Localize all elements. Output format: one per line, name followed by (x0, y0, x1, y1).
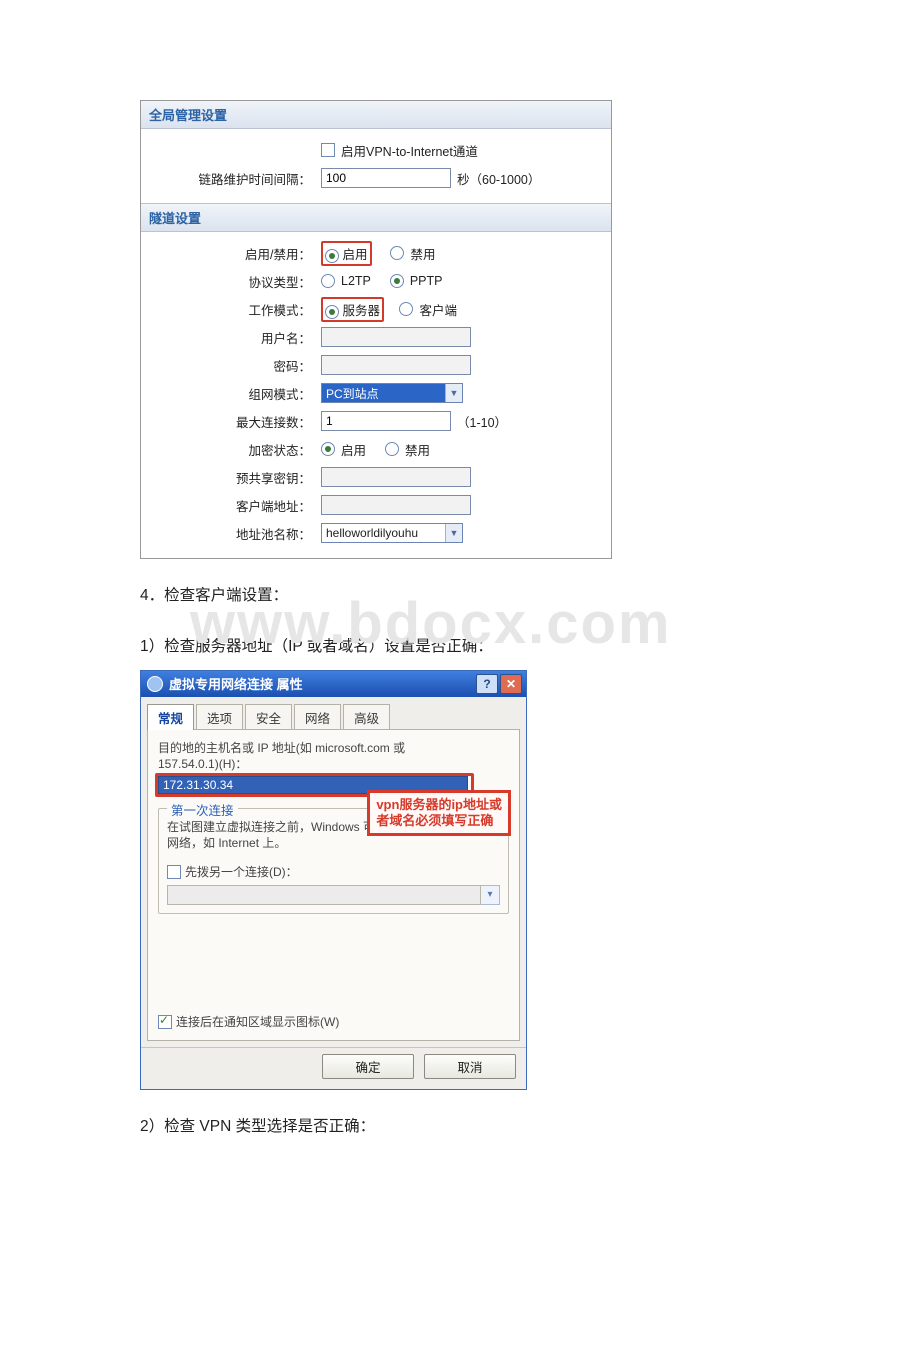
enable-radio-off[interactable] (390, 246, 404, 260)
mode-radio-server-label: 服务器 (342, 304, 380, 318)
tab-advanced[interactable]: 高级 (343, 704, 390, 730)
password-label: 密码： (151, 356, 321, 375)
dial-first-select[interactable]: ▾ (167, 885, 500, 905)
pool-select[interactable]: helloworldilyouhu ▼ (321, 523, 463, 543)
enc-radio-off[interactable] (385, 442, 399, 456)
dial-first-label: 先拨另一个连接(D)： (185, 864, 298, 880)
enc-radio-on[interactable] (321, 442, 335, 456)
section-global-header: 全局管理设置 (141, 101, 611, 129)
step-4-1-text: 1）检查服务器地址（IP 或者域名）设置是否正确： (140, 632, 780, 661)
enc-radio-on-label: 启用 (341, 440, 366, 459)
mode-radio-server[interactable] (325, 305, 339, 319)
router-settings-panel: 全局管理设置 启用VPN-to-Internet通道 链路维护时间间隔： 秒（6… (140, 100, 612, 559)
enable-radio-on[interactable] (325, 249, 339, 263)
annotation-callout: vpn服务器的ip地址或 者域名必须填写正确 (367, 790, 511, 837)
step-4-heading: 4．检查客户端设置： (140, 581, 780, 610)
tab-network[interactable]: 网络 (294, 704, 341, 730)
enable-radio-off-label: 禁用 (410, 244, 435, 263)
vpn-properties-dialog: 虚拟专用网络连接 属性 ? ✕ 常规 选项 安全 网络 高级 目的地的主机名或 … (140, 670, 527, 1090)
vpn-to-internet-checkbox[interactable] (321, 143, 335, 157)
username-input[interactable] (321, 327, 471, 347)
netmode-select[interactable]: PC到站点 ▼ (321, 383, 463, 403)
tab-security[interactable]: 安全 (245, 704, 292, 730)
vpn-to-internet-label: 启用VPN-to-Internet通道 (341, 141, 478, 160)
netmode-select-value: PC到站点 (322, 384, 445, 402)
chevron-down-icon: ▼ (445, 384, 462, 402)
mode-radio-client-label: 客户端 (419, 300, 457, 319)
vpn-icon (147, 676, 163, 692)
step-4-2-text: 2）检查 VPN 类型选择是否正确： (140, 1112, 780, 1141)
mode-radio-client[interactable] (399, 302, 413, 316)
maxconn-label: 最大连接数： (151, 412, 321, 431)
proto-label: 协议类型： (151, 272, 321, 291)
cancel-button[interactable]: 取消 (424, 1054, 516, 1079)
chevron-down-icon: ▾ (481, 885, 500, 905)
proto-radio-pptp[interactable] (390, 274, 404, 288)
tab-options[interactable]: 选项 (196, 704, 243, 730)
first-connection-legend: 第一次连接 (167, 800, 238, 819)
clientaddr-label: 客户端地址： (151, 496, 321, 515)
proto-radio-l2tp-label: L2TP (341, 274, 371, 288)
netmode-label: 组网模式： (151, 384, 321, 403)
ok-button[interactable]: 确定 (322, 1054, 414, 1079)
pool-label: 地址池名称： (151, 524, 321, 543)
password-input[interactable] (321, 355, 471, 375)
tab-general[interactable]: 常规 (147, 704, 194, 730)
close-button[interactable]: ✕ (500, 674, 522, 694)
clientaddr-input[interactable] (321, 495, 471, 515)
link-interval-unit: 秒（60-1000） (457, 169, 540, 188)
dialog-title: 虚拟专用网络连接 属性 (169, 674, 303, 693)
host-desc: 目的地的主机名或 IP 地址(如 microsoft.com 或 157.54.… (158, 740, 509, 772)
tab-panel-general: 目的地的主机名或 IP 地址(如 microsoft.com 或 157.54.… (147, 729, 520, 1041)
proto-radio-pptp-label: PPTP (410, 274, 443, 288)
show-icon-label: 连接后在通知区域显示图标(W) (176, 1014, 339, 1030)
enc-label: 加密状态： (151, 440, 321, 459)
username-label: 用户名： (151, 328, 321, 347)
mode-label: 工作模式： (151, 300, 321, 319)
dial-first-checkbox[interactable] (167, 865, 181, 879)
help-button[interactable]: ? (476, 674, 498, 694)
chevron-down-icon: ▼ (445, 524, 462, 542)
enable-label: 启用/禁用： (151, 244, 321, 263)
psk-input[interactable] (321, 467, 471, 487)
show-icon-checkbox[interactable] (158, 1015, 172, 1029)
section-tunnel-header: 隧道设置 (141, 203, 611, 232)
link-interval-label: 链路维护时间间隔： (151, 169, 321, 188)
dialog-tabs: 常规 选项 安全 网络 高级 (141, 697, 526, 729)
dialog-titlebar: 虚拟专用网络连接 属性 ? ✕ (141, 671, 526, 697)
proto-radio-l2tp[interactable] (321, 274, 335, 288)
link-interval-input[interactable] (321, 168, 451, 188)
psk-label: 预共享密钥： (151, 468, 321, 487)
dialog-buttons: 确定 取消 (141, 1047, 526, 1089)
enable-radio-on-label: 启用 (342, 248, 367, 262)
maxconn-input[interactable] (321, 411, 451, 431)
pool-select-value: helloworldilyouhu (322, 524, 445, 542)
enc-radio-off-label: 禁用 (405, 440, 430, 459)
maxconn-unit: （1-10） (457, 412, 507, 431)
